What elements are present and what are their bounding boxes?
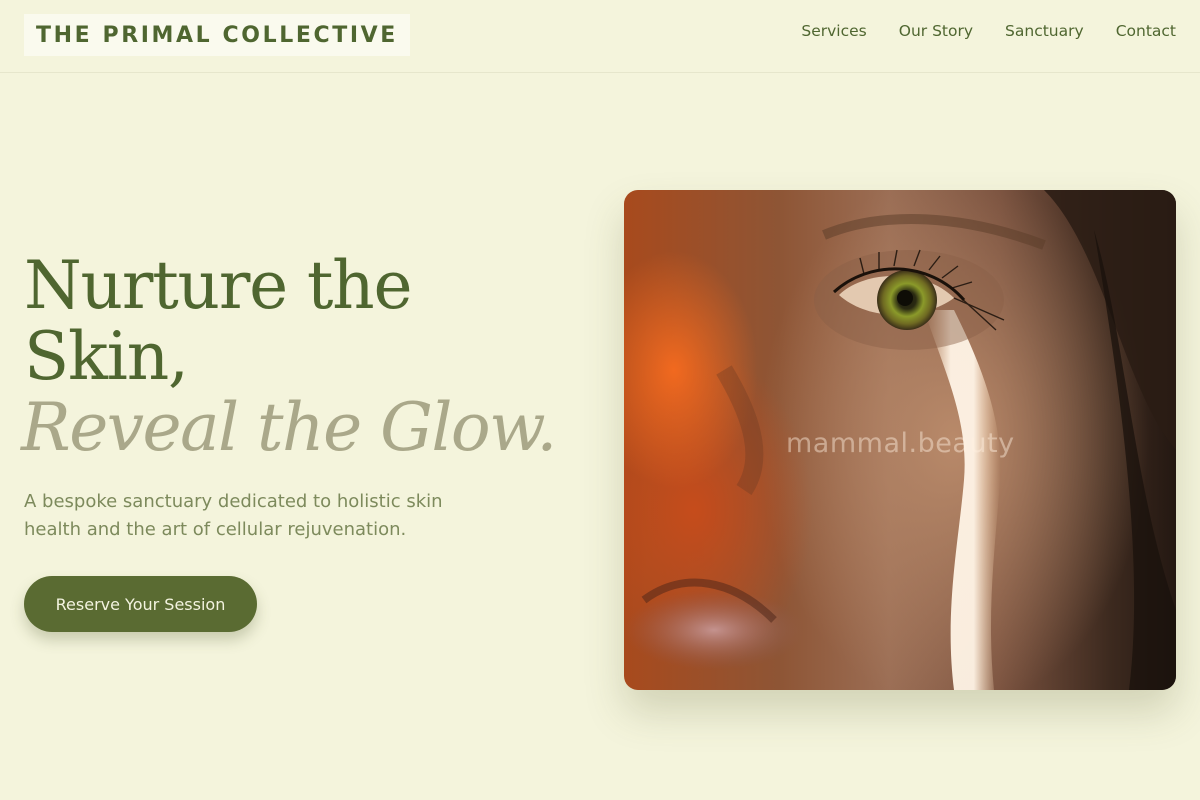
headline-tagline: Reveal the Glow. [21,389,557,466]
headline-line-1: Nurture the [24,247,413,324]
hero-image: mammal.beauty [624,190,1176,690]
nav-link-services[interactable]: Services [801,22,866,40]
site-header: THE PRIMAL COLLECTIVE Services Our Story… [0,0,1200,73]
hero-subtitle: A bespoke sanctuary dedicated to holisti… [24,491,443,540]
nav-link-our-story[interactable]: Our Story [899,22,973,40]
headline-line-2: Skin, [24,318,189,395]
hero-headline: Nurture the Skin, Reveal the Glow. [21,247,584,466]
image-watermark: mammal.beauty [786,428,1015,459]
nav-link-contact[interactable]: Contact [1116,22,1176,40]
nav-link-sanctuary[interactable]: Sanctuary [1005,22,1084,40]
reserve-session-button[interactable]: Reserve Your Session [24,576,257,632]
brand-logo[interactable]: THE PRIMAL COLLECTIVE [24,14,410,56]
main-nav: Services Our Story Sanctuary Contact [801,22,1176,40]
